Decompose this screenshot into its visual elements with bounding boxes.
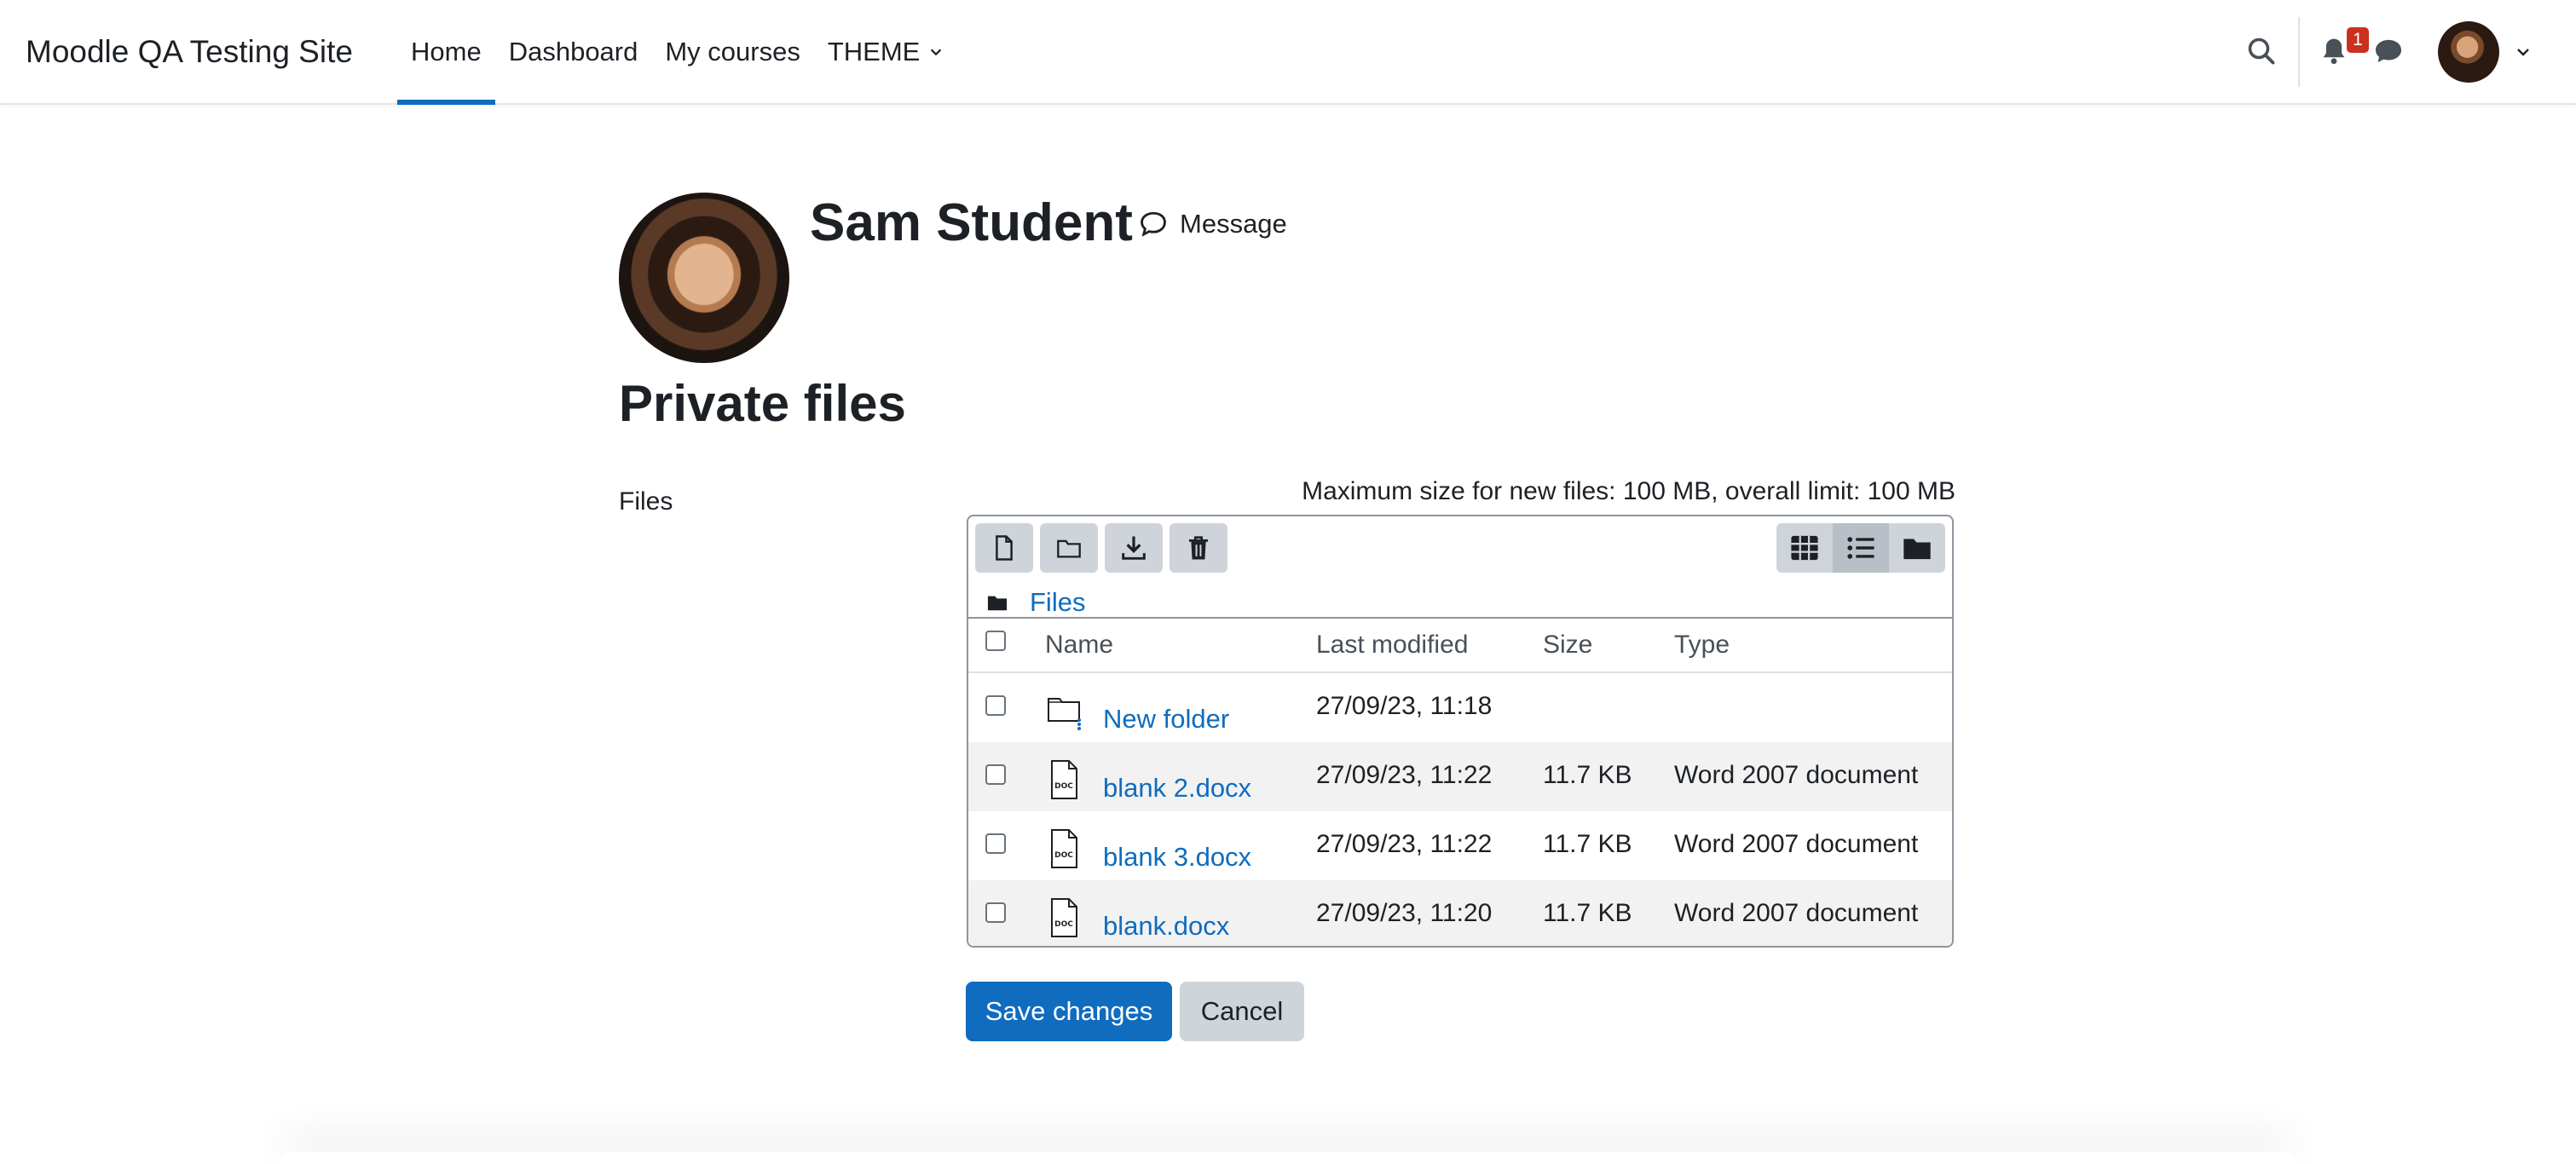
- file-name-link[interactable]: blank 3.docx: [1103, 842, 1251, 873]
- chat-icon: [2375, 39, 2402, 63]
- save-changes-button[interactable]: Save changes: [966, 982, 1172, 1041]
- nav-home[interactable]: Home: [397, 0, 495, 105]
- column-header-name[interactable]: Name: [1045, 631, 1113, 660]
- table-row: DOC blank 2.docx 27/09/23, 11:22 11.7 KB…: [968, 742, 1952, 811]
- column-header-modified[interactable]: Last modified: [1316, 631, 1468, 660]
- view-tree-button[interactable]: [1889, 523, 1945, 573]
- messages-button[interactable]: [2370, 32, 2407, 70]
- site-brand[interactable]: Moodle QA Testing Site: [26, 0, 353, 103]
- table-header-row: Name Last modified Size Type: [968, 617, 1952, 673]
- row-checkbox[interactable]: [985, 833, 1006, 854]
- file-name-link[interactable]: blank.docx: [1103, 911, 1229, 942]
- nav-home-label: Home: [411, 36, 482, 66]
- add-file-button[interactable]: [975, 523, 1033, 573]
- file-modified: 27/09/23, 11:22: [1316, 830, 1493, 858]
- chevron-down-icon: [931, 49, 942, 55]
- table-row: New folder 27/09/23, 11:18: [968, 673, 1952, 742]
- file-modified: 27/09/23, 11:20: [1316, 899, 1493, 927]
- bell-icon: [2323, 38, 2345, 65]
- message-user-link[interactable]: Message: [1139, 203, 1287, 245]
- breadcrumb-files-link[interactable]: Files: [1030, 587, 1085, 618]
- user-avatar: [2438, 21, 2499, 83]
- nav-my-courses-label: My courses: [665, 36, 800, 66]
- view-mode-toggle: [1776, 523, 1945, 573]
- folder-filled-icon: [987, 596, 1008, 611]
- svg-text:DOC: DOC: [1054, 920, 1073, 929]
- row-checkbox[interactable]: [985, 695, 1006, 716]
- cancel-button[interactable]: Cancel: [1180, 982, 1304, 1041]
- row-checkbox[interactable]: [985, 764, 1006, 785]
- file-modified: 27/09/23, 11:22: [1316, 761, 1493, 789]
- file-name-link[interactable]: blank 2.docx: [1103, 773, 1251, 804]
- max-size-info: Maximum size for new files: 100 MB, over…: [1302, 477, 1955, 505]
- view-icons-button[interactable]: [1776, 523, 1833, 573]
- file-size: 11.7 KB: [1543, 830, 1632, 858]
- list-icon: [1847, 537, 1874, 559]
- grid-icon: [1791, 535, 1818, 561]
- file-icon: [996, 535, 1013, 561]
- speech-bubble-icon: [1141, 211, 1166, 237]
- create-folder-button[interactable]: [1040, 523, 1098, 573]
- files-field-label: Files: [619, 487, 673, 516]
- svg-text:DOC: DOC: [1054, 782, 1073, 791]
- file-modified: 27/09/23, 11:18: [1316, 692, 1493, 720]
- doc-file-icon: DOC: [1047, 759, 1081, 807]
- trash-icon: [1188, 536, 1209, 560]
- notification-count-badge: 1: [2347, 27, 2369, 53]
- nav-theme-label: THEME: [827, 36, 921, 66]
- profile-picture: [619, 193, 789, 363]
- file-list-table: Name Last modified Size Type New folder …: [968, 617, 1952, 946]
- file-size: 11.7 KB: [1543, 899, 1632, 927]
- file-name-link[interactable]: New folder: [1103, 704, 1229, 735]
- delete-button[interactable]: [1170, 523, 1227, 573]
- file-type: Word 2007 document: [1674, 830, 1919, 858]
- doc-file-icon: DOC: [1047, 897, 1081, 945]
- table-row: DOC blank.docx 27/09/23, 11:20 11.7 KB W…: [968, 880, 1952, 946]
- doc-file-icon: DOC: [1047, 828, 1081, 876]
- page-title: Private files: [619, 375, 906, 432]
- user-menu-toggle[interactable]: [2438, 20, 2532, 84]
- file-size: 11.7 KB: [1543, 761, 1632, 789]
- row-checkbox[interactable]: [985, 902, 1006, 923]
- user-full-name: Sam Student: [810, 193, 1133, 252]
- search-button[interactable]: [2243, 32, 2280, 70]
- search-icon: [2248, 37, 2275, 65]
- top-navbar: Moodle QA Testing Site Home Dashboard My…: [0, 0, 2576, 105]
- nav-dashboard-label: Dashboard: [508, 36, 638, 66]
- nav-my-courses[interactable]: My courses: [651, 0, 813, 103]
- column-header-size[interactable]: Size: [1543, 631, 1592, 660]
- nav-theme-dropdown[interactable]: THEME: [814, 0, 958, 103]
- primary-navigation: Home Dashboard My courses THEME: [397, 0, 958, 105]
- view-list-button[interactable]: [1833, 523, 1889, 573]
- select-all-checkbox[interactable]: [985, 631, 1006, 651]
- file-manager: Files Name Last modified Size Type New f…: [967, 515, 1954, 948]
- message-link-label: Message: [1180, 209, 1287, 239]
- navbar-divider: [2298, 17, 2300, 87]
- download-button[interactable]: [1105, 523, 1163, 573]
- folder-filled-icon: [1903, 539, 1931, 560]
- download-icon: [1122, 536, 1146, 560]
- folder-icon: [1057, 539, 1081, 558]
- column-header-type[interactable]: Type: [1674, 631, 1730, 660]
- folder-icon: [1047, 690, 1081, 738]
- file-type: Word 2007 document: [1674, 899, 1919, 927]
- chevron-down-icon: [2517, 49, 2529, 56]
- svg-text:DOC: DOC: [1054, 851, 1073, 860]
- nav-dashboard[interactable]: Dashboard: [495, 0, 652, 103]
- page-footer-edge: [281, 1152, 2295, 1164]
- file-manager-toolbar: [975, 523, 1227, 573]
- file-type: Word 2007 document: [1674, 761, 1919, 789]
- table-row: DOC blank 3.docx 27/09/23, 11:22 11.7 KB…: [968, 811, 1952, 880]
